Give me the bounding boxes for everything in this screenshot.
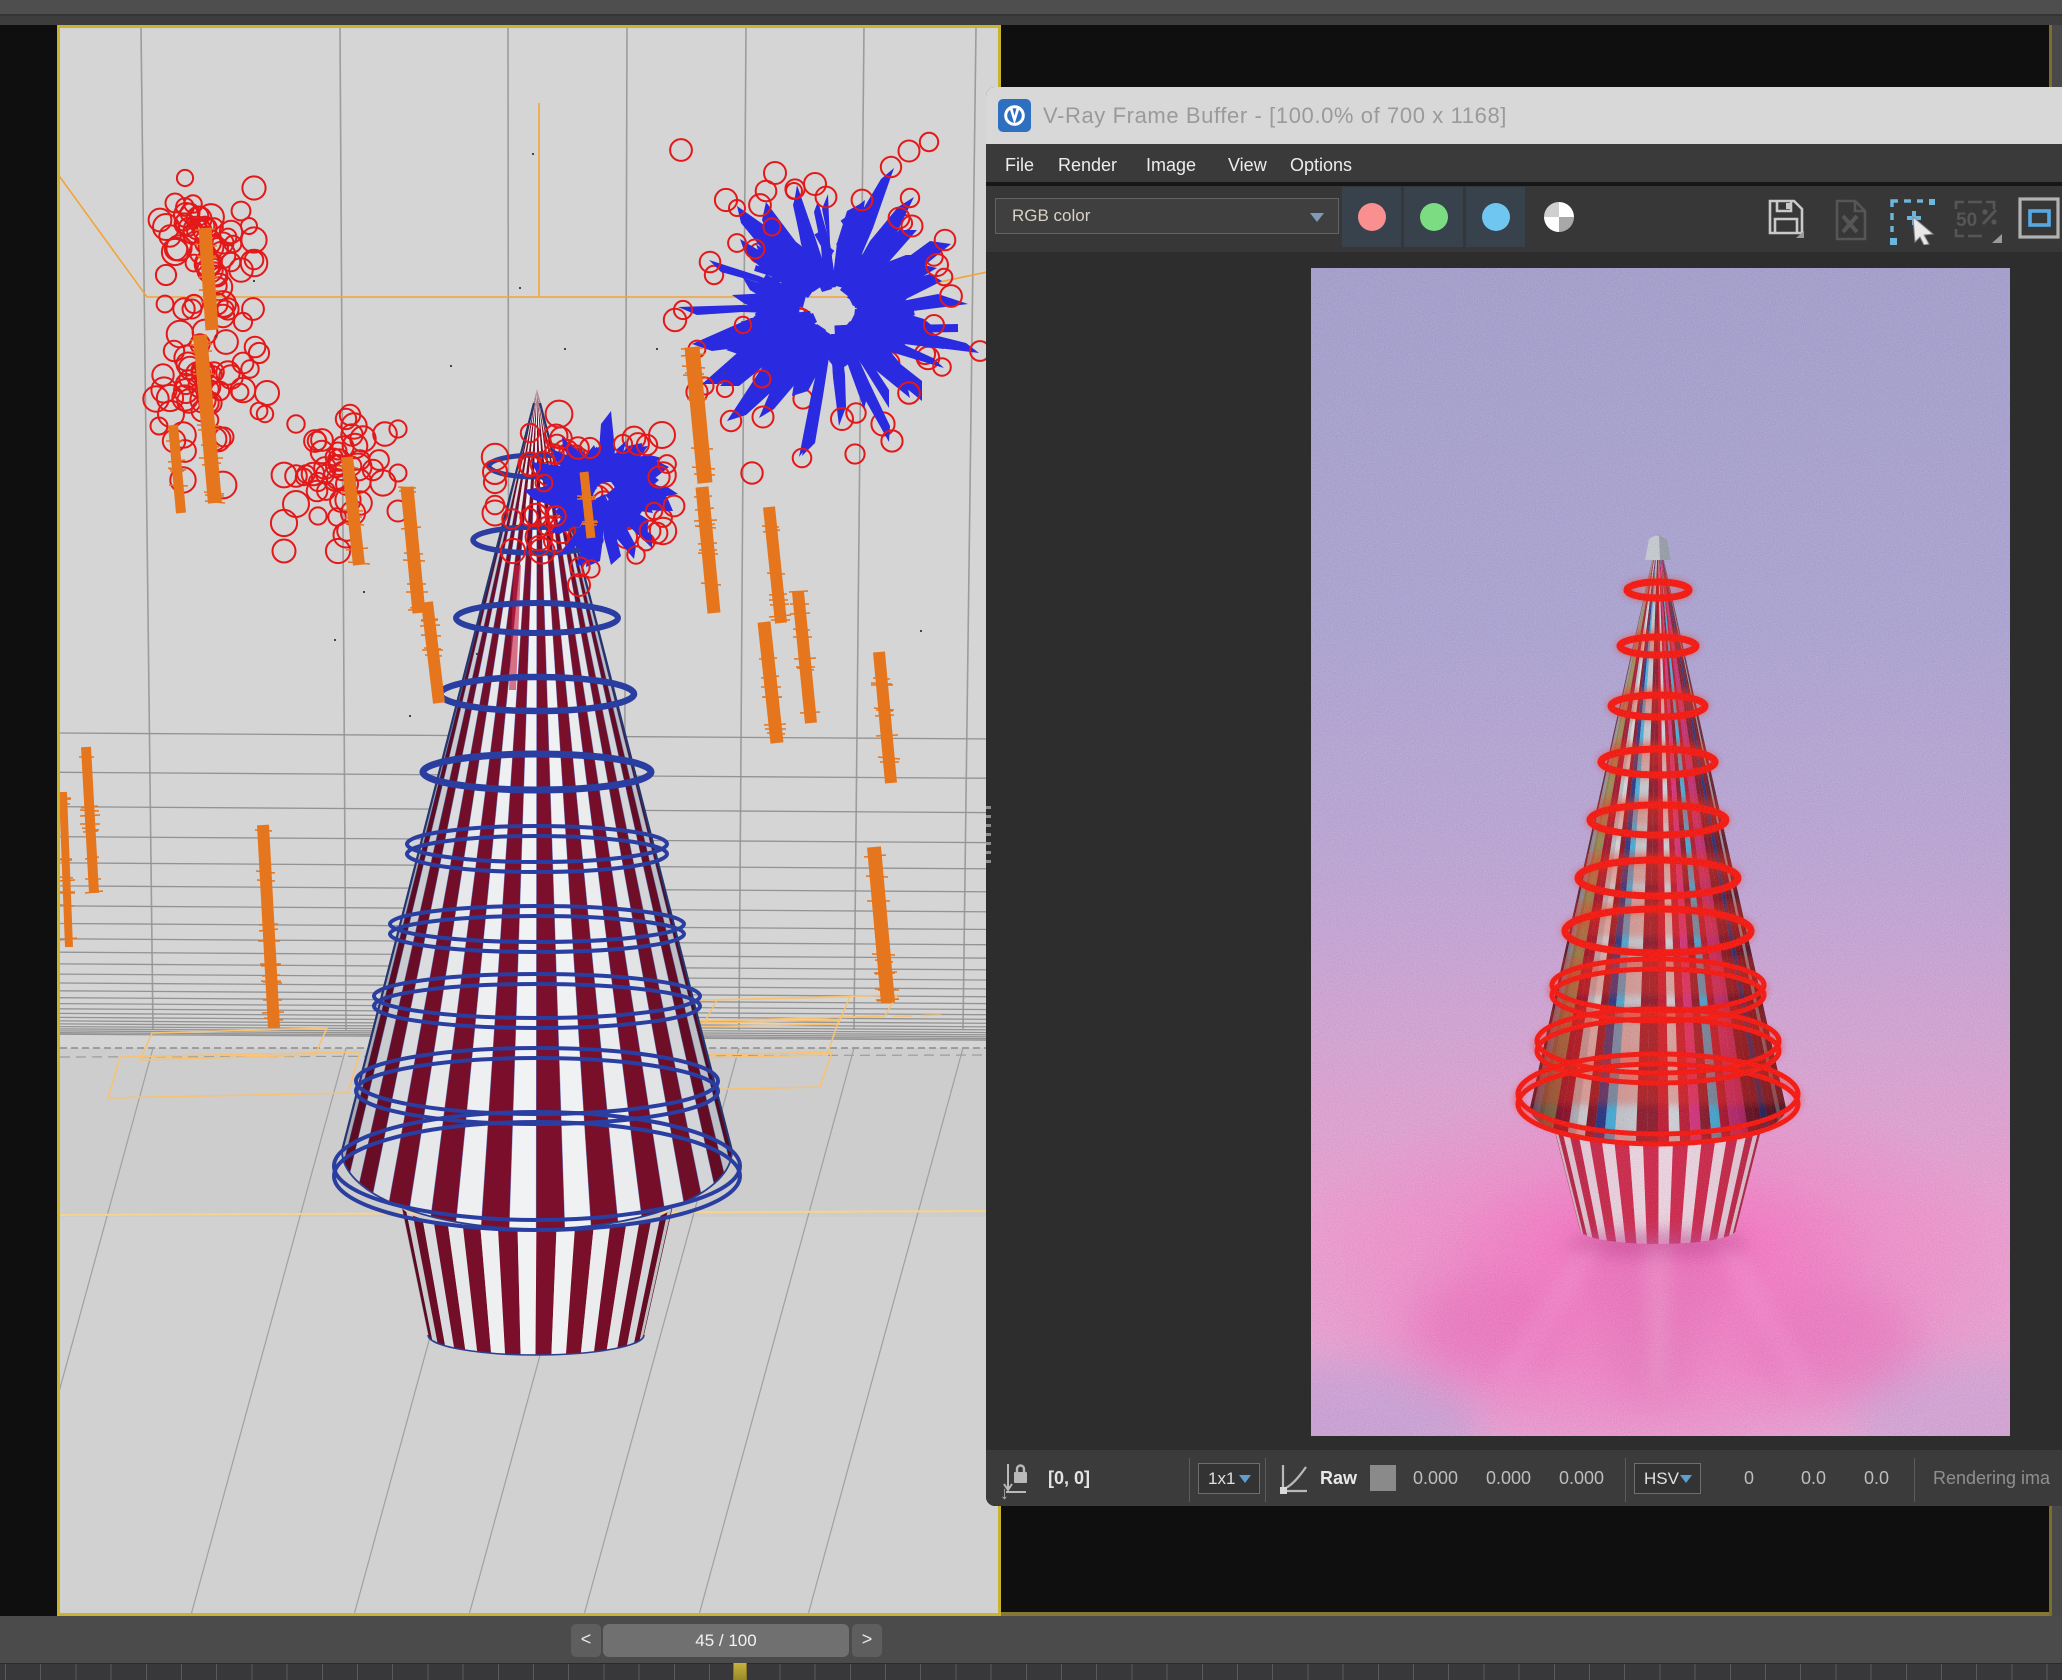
svg-text:50: 50 (1956, 210, 1977, 231)
